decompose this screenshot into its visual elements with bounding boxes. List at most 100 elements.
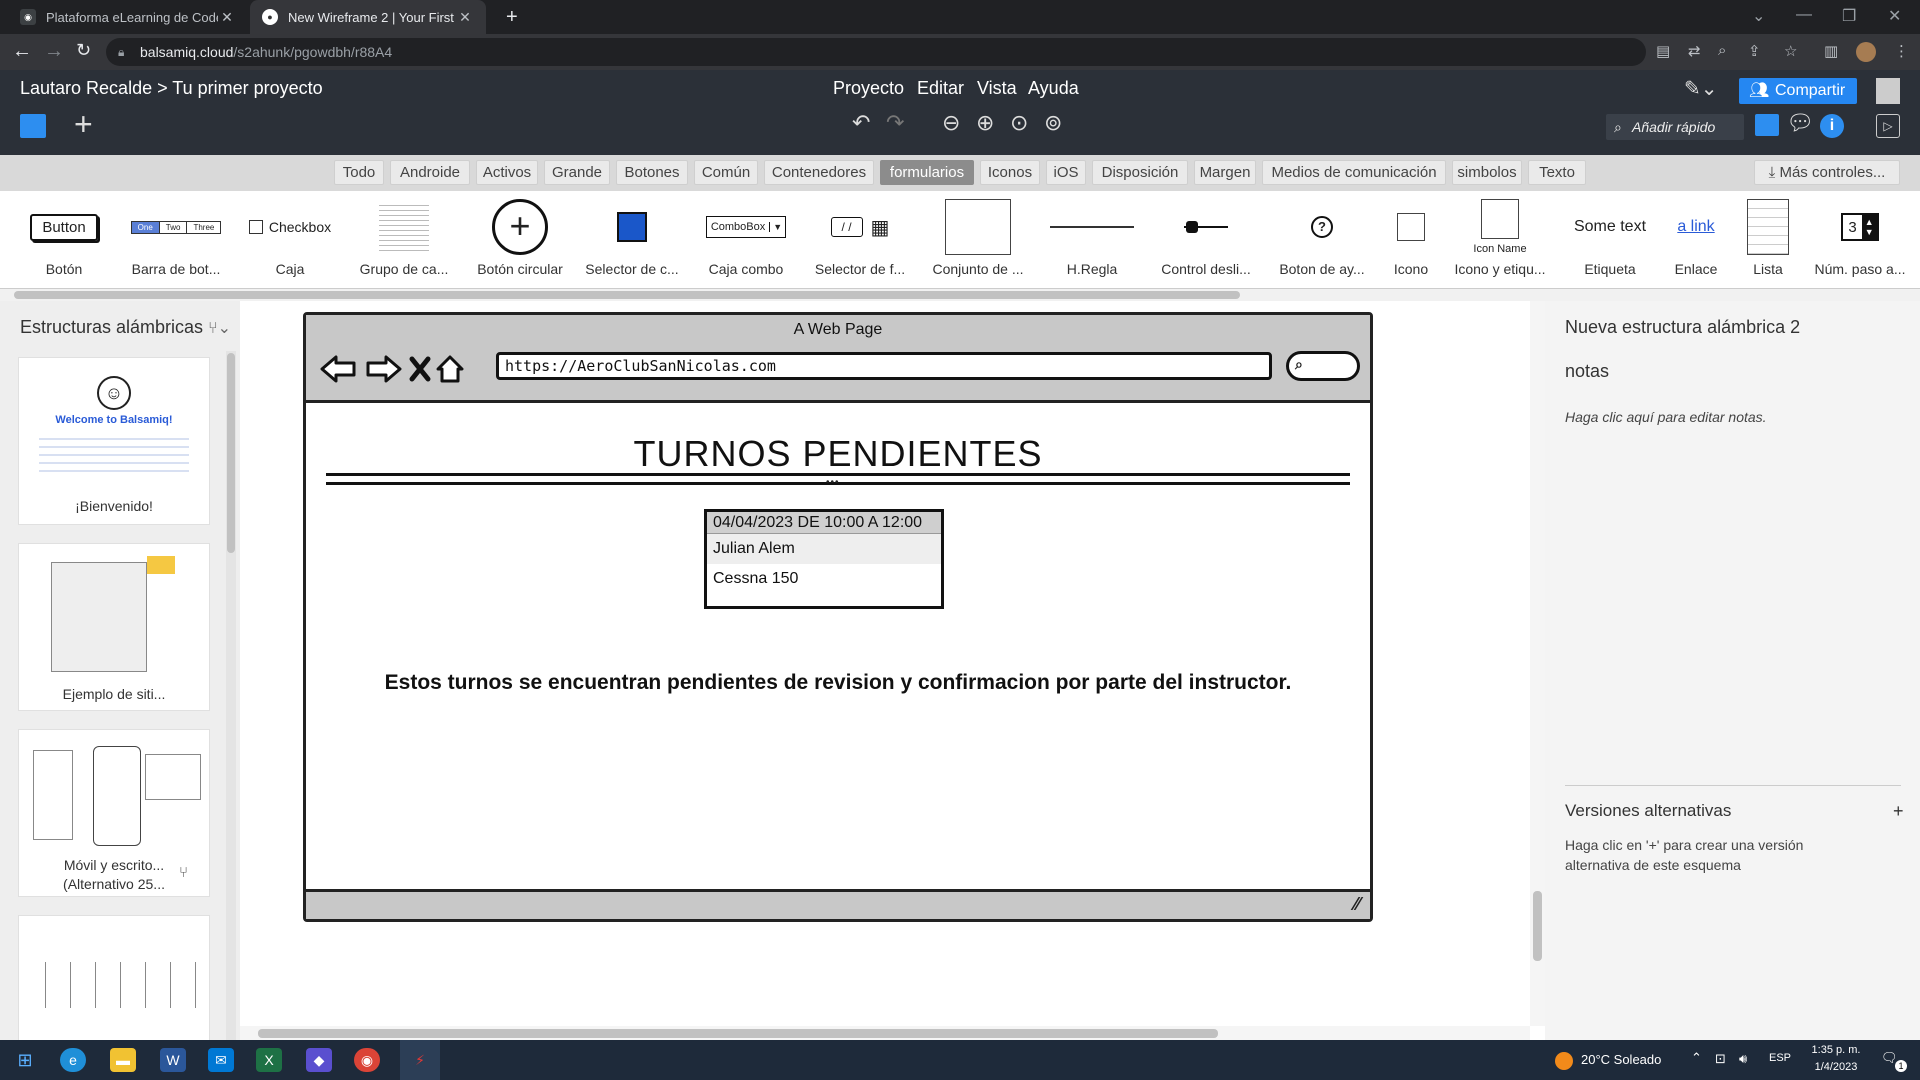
- edge-icon[interactable]: e: [60, 1048, 86, 1072]
- excel-icon[interactable]: X: [256, 1048, 282, 1072]
- restore-icon[interactable]: ❐: [1842, 6, 1856, 26]
- chrome-icon[interactable]: ◉: [354, 1048, 380, 1072]
- notes-editor[interactable]: Haga clic aquí para editar notas.: [1565, 409, 1767, 425]
- filezilla-icon[interactable]: ⚡︎: [400, 1040, 440, 1080]
- volume-icon[interactable]: 🔊︎: [1739, 1051, 1747, 1067]
- component-color-picker[interactable]: Selector de c...: [582, 191, 682, 289]
- url-bar[interactable]: 🔒︎ balsamiq.cloud/s2ahunk/pgowdbh/r88A4: [106, 38, 1646, 66]
- menu-vista[interactable]: Vista: [977, 78, 1017, 99]
- category-androide[interactable]: Androide: [390, 160, 470, 185]
- tab-coderhouse[interactable]: ◉ Plataforma eLearning de Coderh ✕: [8, 0, 248, 34]
- forward-icon[interactable]: →: [44, 40, 64, 63]
- scroll-thumb[interactable]: [14, 291, 1240, 299]
- component-icon[interactable]: Icono: [1386, 191, 1436, 289]
- mail-icon[interactable]: ✉: [208, 1048, 234, 1072]
- wireframe-thumb-website[interactable]: Ejemplo de siti...: [18, 543, 210, 711]
- file-explorer-icon[interactable]: ▬: [110, 1048, 136, 1072]
- category-contenedores[interactable]: Contenedores: [764, 160, 874, 185]
- save-page-icon[interactable]: ▤: [1656, 42, 1670, 60]
- component-fieldset[interactable]: Conjunto de ...: [928, 191, 1028, 289]
- scroll-thumb[interactable]: [258, 1029, 1218, 1038]
- share-page-icon[interactable]: ⇪: [1748, 42, 1761, 60]
- zoom-in-icon[interactable]: ⊕: [976, 110, 994, 136]
- actual-size-icon[interactable]: ⊙: [1010, 110, 1028, 136]
- category-texto[interactable]: Texto: [1528, 160, 1586, 185]
- close-tab-icon[interactable]: ✕: [456, 9, 474, 26]
- component-button[interactable]: Button Botón: [14, 191, 114, 289]
- category-ios[interactable]: iOS: [1046, 160, 1086, 185]
- visual-studio-icon[interactable]: ◆: [306, 1048, 332, 1072]
- clock-time[interactable]: 1:35 p. m.: [1807, 1044, 1865, 1056]
- component-checkbox[interactable]: Checkbox Caja: [240, 191, 340, 289]
- more-controls-button[interactable]: ⤓ Más controles...: [1754, 160, 1900, 185]
- wireframes-panel-icon[interactable]: [20, 114, 46, 138]
- zoom-icon[interactable]: ⌕: [1718, 42, 1726, 59]
- zoom-out-icon[interactable]: ⊖: [942, 110, 960, 136]
- user-avatar[interactable]: [1876, 78, 1900, 104]
- quick-add-input[interactable]: ⌕ Añadir rápido: [1606, 114, 1744, 140]
- scroll-thumb[interactable]: [1533, 891, 1542, 961]
- wireframe-thumb-mobile[interactable]: Móvil y escrito... (Alternativo 25... ⑂: [18, 729, 210, 897]
- wireframe-thumb-screens[interactable]: [18, 915, 210, 1041]
- translate-icon[interactable]: ⇄: [1688, 42, 1701, 60]
- component-combobox[interactable]: ComboBox ▼ Caja combo: [696, 191, 796, 289]
- reload-icon[interactable]: ↻: [76, 40, 91, 61]
- component-slider[interactable]: Control desli...: [1156, 191, 1256, 289]
- info-icon[interactable]: i: [1820, 114, 1844, 138]
- pencil-icon[interactable]: ✎⌄: [1684, 76, 1718, 101]
- component-icon-label[interactable]: Icon Name Icono y etiqu...: [1450, 191, 1550, 289]
- sidepanel-icon[interactable]: ▥: [1824, 42, 1838, 60]
- new-tab-button[interactable]: +: [494, 0, 530, 34]
- wireframe-name[interactable]: Nueva estructura alámbrica 2: [1565, 317, 1800, 338]
- chevron-up-icon[interactable]: ⌃: [1691, 1050, 1702, 1066]
- category-botones[interactable]: Botones: [616, 160, 688, 185]
- breadcrumb[interactable]: Lautaro Recalde > Tu primer proyecto: [20, 78, 323, 99]
- category-comun[interactable]: Común: [694, 160, 758, 185]
- category-disposicion[interactable]: Disposición: [1092, 160, 1188, 185]
- language-indicator[interactable]: ESP: [1769, 1052, 1791, 1064]
- category-grande[interactable]: Grande: [544, 160, 610, 185]
- browser-window-wireframe[interactable]: A Web Page https://AeroClubSanNicolas.co…: [303, 312, 1373, 922]
- menu-editar[interactable]: Editar: [917, 78, 964, 99]
- share-button[interactable]: 👥︎ Compartir: [1739, 78, 1857, 104]
- profile-avatar[interactable]: [1856, 42, 1876, 62]
- clock-date[interactable]: 1/4/2023: [1807, 1061, 1865, 1073]
- category-todo[interactable]: Todo: [334, 160, 384, 185]
- component-scrollbar[interactable]: [0, 289, 1920, 301]
- panel-scrollbar[interactable]: [226, 351, 236, 1041]
- component-hrule[interactable]: H.Regla: [1042, 191, 1142, 289]
- present-icon[interactable]: ▷: [1876, 114, 1900, 138]
- wireframe-thumb-welcome[interactable]: ☺︎ Welcome to Balsamiq! ¡Bienvenido!: [18, 357, 210, 525]
- category-simbolos[interactable]: simbolos: [1452, 160, 1522, 185]
- tab-balsamiq[interactable]: ● New Wireframe 2 | Your First Proj ✕: [250, 0, 486, 34]
- tab-search-icon[interactable]: ⌄: [1752, 6, 1765, 26]
- canvas-vertical-scrollbar[interactable]: [1530, 301, 1545, 1026]
- word-icon[interactable]: W: [160, 1048, 186, 1072]
- menu-proyecto[interactable]: Proyecto: [833, 78, 904, 99]
- component-round-button[interactable]: + Botón circular: [468, 191, 572, 289]
- component-checkbox-group[interactable]: Grupo de ca...: [354, 191, 454, 289]
- weather-text[interactable]: 20°C Soleado: [1581, 1052, 1661, 1067]
- network-icon[interactable]: ⊡: [1715, 1051, 1726, 1067]
- redo-icon[interactable]: ↷: [886, 110, 904, 136]
- component-list[interactable]: Lista: [1740, 191, 1796, 289]
- component-help-button[interactable]: ? Boton de ay...: [1272, 191, 1372, 289]
- resize-handle-icon[interactable]: •••: [826, 477, 840, 488]
- fit-icon[interactable]: ⊚: [1044, 110, 1062, 136]
- minimize-icon[interactable]: —: [1796, 6, 1812, 24]
- chrome-menu-icon[interactable]: ⋮: [1894, 42, 1909, 60]
- undo-icon[interactable]: ↶: [852, 110, 870, 136]
- category-medios[interactable]: Medios de comunicación: [1262, 160, 1446, 185]
- close-window-icon[interactable]: ✕: [1888, 6, 1901, 26]
- category-iconos[interactable]: Iconos: [980, 160, 1040, 185]
- component-date-picker[interactable]: / / ▦ Selector de f...: [810, 191, 910, 289]
- component-link[interactable]: a link Enlace: [1666, 191, 1726, 289]
- component-label[interactable]: Some text Etiqueta: [1560, 191, 1660, 289]
- add-icon[interactable]: +: [74, 106, 93, 143]
- menu-ayuda[interactable]: Ayuda: [1028, 78, 1079, 99]
- canvas-horizontal-scrollbar[interactable]: [240, 1026, 1530, 1041]
- ui-library-icon[interactable]: [1755, 114, 1779, 136]
- add-alternate-button[interactable]: +: [1893, 801, 1904, 822]
- back-icon[interactable]: ←: [12, 40, 32, 63]
- category-margen[interactable]: Margen: [1194, 160, 1256, 185]
